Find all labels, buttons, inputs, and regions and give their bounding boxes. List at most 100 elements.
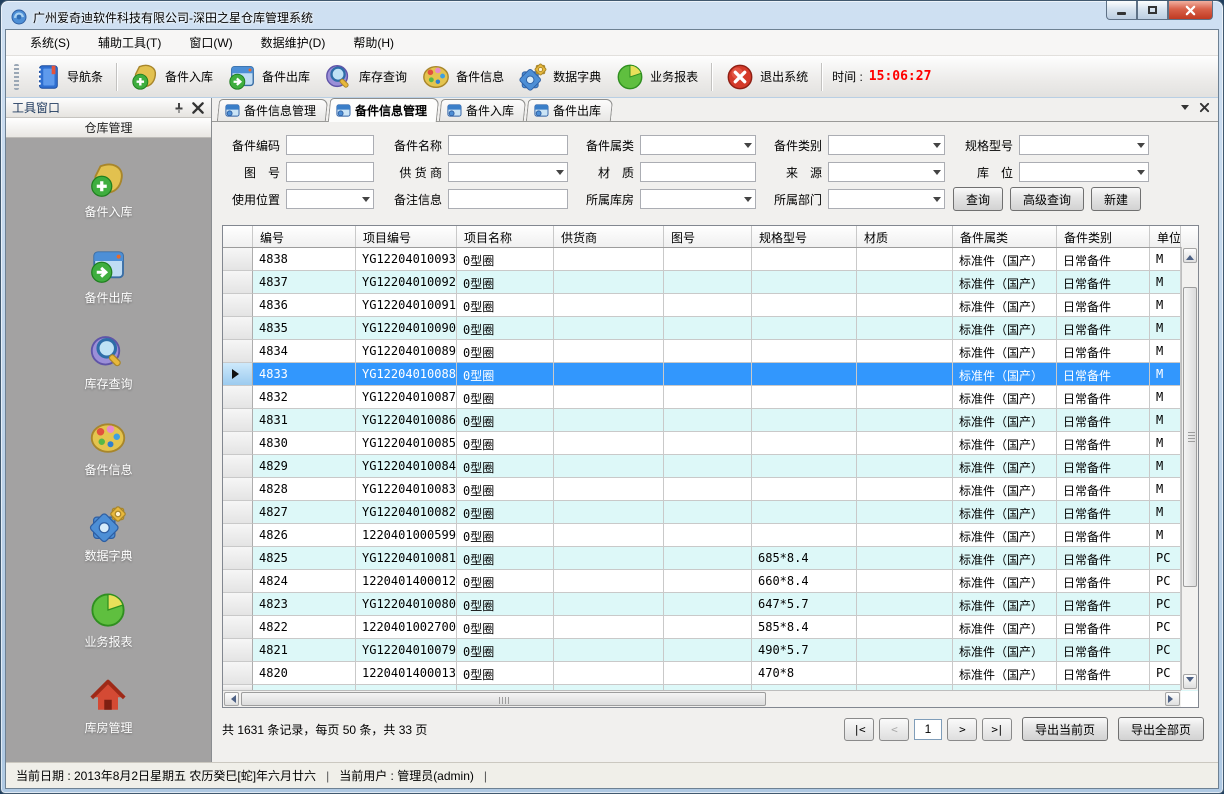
scroll-up-button[interactable] [1183, 248, 1197, 263]
toolbar-button-exit[interactable]: 退出系统 [718, 59, 815, 95]
sidebar-item-warehouse[interactable]: 库房管理 [84, 676, 132, 736]
search-select[interactable] [1019, 162, 1149, 182]
menu-item[interactable]: 窗口(W) [179, 31, 242, 54]
tab-备件出库[interactable]: 备件出库 [526, 99, 613, 121]
minimize-button[interactable] [1106, 1, 1137, 20]
tab-list-dropdown-icon[interactable] [1181, 105, 1189, 114]
row-selector[interactable] [223, 363, 253, 386]
column-header-1[interactable]: 编号 [253, 226, 356, 247]
search-select[interactable] [640, 135, 756, 155]
close-button[interactable] [1168, 1, 1213, 20]
export-current-page-button[interactable]: 导出当前页 [1022, 717, 1108, 741]
row-selector[interactable] [223, 639, 253, 662]
column-header-9[interactable]: 备件类别 [1057, 226, 1150, 247]
row-selector[interactable] [223, 271, 253, 294]
toolbar-button-report[interactable]: 业务报表 [608, 59, 705, 95]
sidebar-item-parts-out[interactable]: 备件出库 [84, 246, 132, 306]
tab-备件信息管理[interactable]: 备件信息管理 [217, 99, 328, 121]
table-row[interactable]: 4830YG122040100850型圈标准件（国产）日常备件M [223, 432, 1198, 455]
search-input[interactable] [448, 189, 568, 209]
sidebar-item-parts-in[interactable]: 备件入库 [84, 160, 132, 220]
sidebar-item-data-dict[interactable]: 数据字典 [84, 504, 132, 564]
tab-close-icon[interactable] [1199, 102, 1210, 113]
first-page-button[interactable]: |< [844, 718, 874, 741]
search-select[interactable] [448, 162, 568, 182]
search-input[interactable] [448, 135, 568, 155]
row-selector[interactable] [223, 248, 253, 271]
table-row[interactable]: 4836YG122040100910型圈标准件（国产）日常备件M [223, 294, 1198, 317]
row-selector[interactable] [223, 432, 253, 455]
menu-item[interactable]: 帮助(H) [343, 31, 404, 54]
table-row[interactable]: 482012204014000130型圈470*8标准件（国产）日常备件PC [223, 662, 1198, 685]
horizontal-scroll-thumb[interactable] [241, 692, 766, 706]
row-selector[interactable] [223, 501, 253, 524]
menu-item[interactable]: 数据维护(D) [251, 31, 336, 54]
table-row[interactable]: 4831YG122040100860型圈标准件（国产）日常备件M [223, 409, 1198, 432]
table-row[interactable]: 4834YG122040100890型圈标准件（国产）日常备件M [223, 340, 1198, 363]
row-selector[interactable] [223, 616, 253, 639]
table-row[interactable]: 482612204010005990型圈标准件（国产）日常备件M [223, 524, 1198, 547]
table-row[interactable]: 4835YG122040100900型圈标准件（国产）日常备件M [223, 317, 1198, 340]
table-row[interactable]: 4825YG122040100810型圈685*8.4标准件（国产）日常备件PC [223, 547, 1198, 570]
search-select[interactable] [828, 135, 945, 155]
column-header-10[interactable]: 单位 [1150, 226, 1181, 247]
toolbar-grip[interactable] [14, 64, 19, 90]
sidebar-group-header[interactable]: 仓库管理 [6, 118, 211, 138]
column-header-2[interactable]: 项目编号 [356, 226, 457, 247]
column-header-4[interactable]: 供货商 [554, 226, 664, 247]
menu-item[interactable]: 系统(S) [20, 31, 80, 54]
row-selector[interactable] [223, 455, 253, 478]
column-header-3[interactable]: 项目名称 [457, 226, 554, 247]
row-selector[interactable] [223, 662, 253, 685]
table-row[interactable]: 4827YG122040100820型圈标准件（国产）日常备件M [223, 501, 1198, 524]
toolbar-button-parts-out[interactable]: 备件出库 [220, 59, 317, 95]
menu-item[interactable]: 辅助工具(T) [88, 31, 171, 54]
column-header-6[interactable]: 规格型号 [752, 226, 857, 247]
table-row[interactable]: 482212204010027000型圈585*8.4标准件（国产）日常备件PC [223, 616, 1198, 639]
table-row[interactable]: 4821YG122040100790型圈490*5.7标准件（国产）日常备件PC [223, 639, 1198, 662]
sidebar-item-report[interactable]: 业务报表 [84, 590, 132, 650]
table-row[interactable]: 4833YG122040100880型圈标准件（国产）日常备件M [223, 363, 1198, 386]
tab-备件信息管理[interactable]: 备件信息管理 [328, 98, 440, 122]
scroll-right-button[interactable] [1165, 692, 1180, 706]
toolbar-button-stock-query[interactable]: 库存查询 [317, 59, 414, 95]
search-select[interactable] [1019, 135, 1149, 155]
search-input[interactable] [286, 135, 374, 155]
table-row[interactable]: 4829YG122040100840型圈标准件（国产）日常备件M [223, 455, 1198, 478]
advanced-query-button[interactable]: 高级查询 [1010, 187, 1084, 211]
scroll-down-button[interactable] [1183, 674, 1197, 689]
last-page-button[interactable]: >| [982, 718, 1012, 741]
table-row[interactable]: 4823YG122040100800型圈647*5.7标准件（国产）日常备件PC [223, 593, 1198, 616]
search-input[interactable] [286, 162, 374, 182]
search-select[interactable] [828, 162, 945, 182]
row-selector[interactable] [223, 524, 253, 547]
search-select[interactable] [828, 189, 945, 209]
toolbar-button-navbar[interactable]: 导航条 [25, 59, 110, 95]
vertical-scrollbar[interactable] [1181, 247, 1198, 690]
row-selector[interactable] [223, 593, 253, 616]
toolbar-button-data-dict[interactable]: 数据字典 [511, 59, 608, 95]
query-button[interactable]: 查询 [953, 187, 1003, 211]
toolbar-button-parts-info[interactable]: 备件信息 [414, 59, 511, 95]
search-input[interactable] [640, 162, 756, 182]
search-select[interactable] [286, 189, 374, 209]
toolbar-button-parts-in[interactable]: 备件入库 [123, 59, 220, 95]
page-number-input[interactable]: 1 [914, 719, 942, 740]
maximize-button[interactable] [1137, 1, 1168, 20]
next-page-button[interactable]: > [947, 718, 977, 741]
scroll-left-button[interactable] [224, 692, 239, 706]
horizontal-scrollbar[interactable] [223, 690, 1181, 707]
column-header-5[interactable]: 图号 [664, 226, 752, 247]
sidebar-close-icon[interactable] [191, 101, 205, 115]
sidebar-item-parts-info[interactable]: 备件信息 [84, 418, 132, 478]
table-row[interactable]: 4838YG122040100930型圈标准件（国产）日常备件M [223, 248, 1198, 271]
pin-icon[interactable] [173, 102, 185, 114]
table-row[interactable]: 4837YG122040100920型圈标准件（国产）日常备件M [223, 271, 1198, 294]
prev-page-button[interactable]: < [879, 718, 909, 741]
row-selector[interactable] [223, 317, 253, 340]
table-row[interactable]: 4828YG122040100830型圈标准件（国产）日常备件M [223, 478, 1198, 501]
row-selector[interactable] [223, 294, 253, 317]
search-select[interactable] [640, 189, 756, 209]
row-selector[interactable] [223, 386, 253, 409]
new-button[interactable]: 新建 [1091, 187, 1141, 211]
